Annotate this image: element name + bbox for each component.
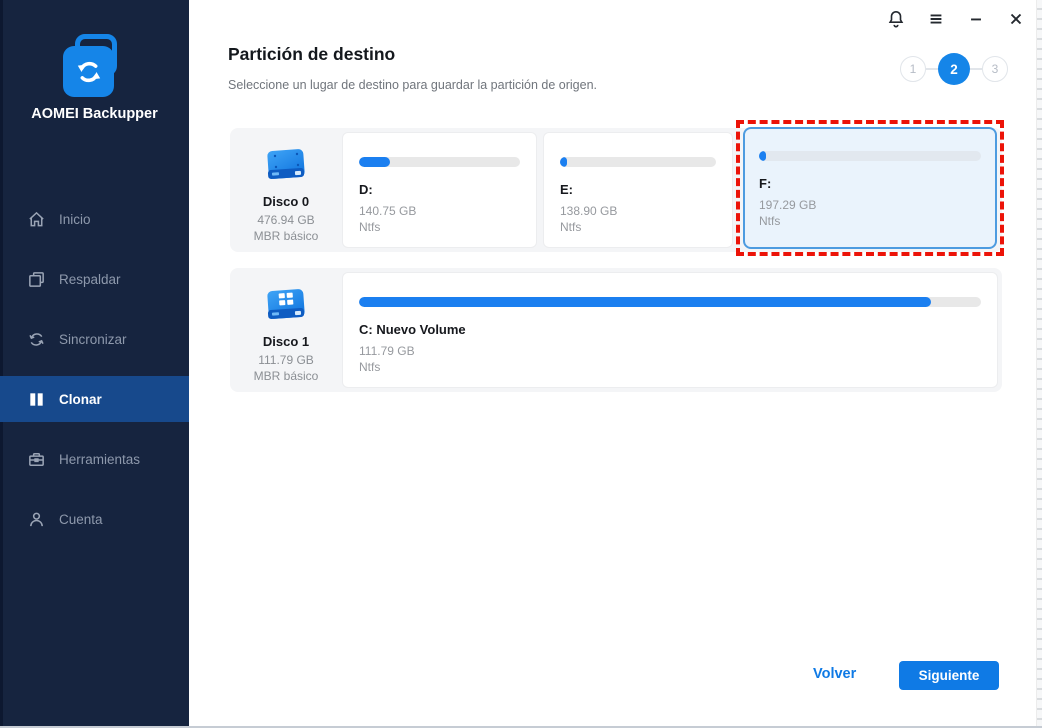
usage-bar [560,157,716,167]
partition-size: 140.75 GB [359,204,417,218]
partition-size: 111.79 GB [359,344,415,358]
clone-icon [27,390,46,409]
main-panel: Partición de destino Seleccione un lugar… [189,0,1042,726]
window-right-edge-scrollbar[interactable] [1036,0,1042,726]
partition-label: E: [560,182,573,197]
sidebar-item-label: Respaldar [59,271,121,287]
minimize-icon[interactable] [966,8,986,30]
step-indicator: 1 2 3 [900,53,1008,85]
usage-bar-fill [359,297,932,307]
disk-1-info: Disco 1 111.79 GB MBR básico [230,268,342,392]
disk-size: 476.94 GB [257,213,315,227]
disk-row-1: Disco 1 111.79 GB MBR básico C: Nuevo Vo… [230,268,1002,392]
disk-0-info: Disco 0 476.94 GB MBR básico [230,128,342,252]
sidebar-item-label: Inicio [59,211,91,227]
next-button[interactable]: Siguiente [899,661,999,690]
partition-fs: Ntfs [359,360,381,374]
sidebar-item-cuenta[interactable]: Cuenta [0,496,189,542]
disk-icon [267,149,305,180]
disk-type: MBR básico [253,229,319,243]
app-window: AOMEI Backupper Inicio Respaldar Sincron… [0,0,1042,728]
disk-name: Disco 0 [262,194,310,209]
page-title: Partición de destino [228,44,396,64]
menu-icon[interactable] [926,8,946,30]
partition-size: 197.29 GB [759,198,817,212]
usage-bar-fill [759,151,766,161]
disk-row-0: Disco 0 476.94 GB MBR básico D: 140.75 G… [230,120,1004,256]
partition-size: 138.90 GB [560,204,618,218]
usage-bar-fill [560,157,567,167]
account-icon [27,510,46,529]
step-connector [926,68,938,70]
page-subtitle: Seleccione un lugar de destino para guar… [228,78,597,92]
sidebar-item-label: Sincronizar [59,331,127,347]
sidebar-item-herramientas[interactable]: Herramientas [0,436,189,482]
sidebar-item-label: Clonar [59,391,102,407]
partition-card-f-selected[interactable]: F: 197.29 GB Ntfs [743,127,997,249]
sidebar-item-label: Herramientas [59,451,141,467]
step-2-active: 2 [938,53,970,85]
usage-bar-fill [359,157,390,167]
step-3: 3 [982,56,1008,82]
close-icon[interactable] [1006,8,1026,30]
sidebar-nav: Inicio Respaldar Sincronizar Clonar Herr… [0,0,189,726]
usage-bar [359,157,520,167]
sidebar-item-clonar[interactable]: Clonar [0,376,189,422]
partition-card-c[interactable]: C: Nuevo Volume 111.79 GB Ntfs [342,272,998,388]
disk-type: MBR básico [253,369,319,383]
usage-bar [359,297,981,307]
selection-annotation-red-dashed: F: 197.29 GB Ntfs [736,120,1004,256]
partition-label: C: Nuevo Volume [359,322,466,337]
usage-bar [759,151,981,161]
notification-bell-icon[interactable] [886,8,906,30]
tools-icon [27,450,46,469]
partition-fs: Ntfs [759,214,781,228]
partition-card-e[interactable]: E: 138.90 GB Ntfs [543,132,733,248]
partition-label: F: [759,176,772,191]
sync-icon [27,330,46,349]
sidebar-item-inicio[interactable]: Inicio [0,196,189,242]
partition-fs: Ntfs [359,220,381,234]
system-disk-icon [267,289,305,320]
step-connector [970,68,982,70]
titlebar-controls [886,8,1026,30]
sidebar-item-label: Cuenta [59,511,103,527]
partition-card-d[interactable]: D: 140.75 GB Ntfs [342,132,537,248]
sidebar-item-sincronizar[interactable]: Sincronizar [0,316,189,362]
step-1: 1 [900,56,926,82]
partition-label: D: [359,182,373,197]
home-icon [27,210,46,229]
partition-fs: Ntfs [560,220,582,234]
disk-size: 111.79 GB [258,353,314,367]
backup-icon [27,270,46,289]
back-button[interactable]: Volver [813,666,856,682]
sidebar: AOMEI Backupper Inicio Respaldar Sincron… [0,0,189,726]
sidebar-item-respaldar[interactable]: Respaldar [0,256,189,302]
disk-name: Disco 1 [262,334,310,349]
